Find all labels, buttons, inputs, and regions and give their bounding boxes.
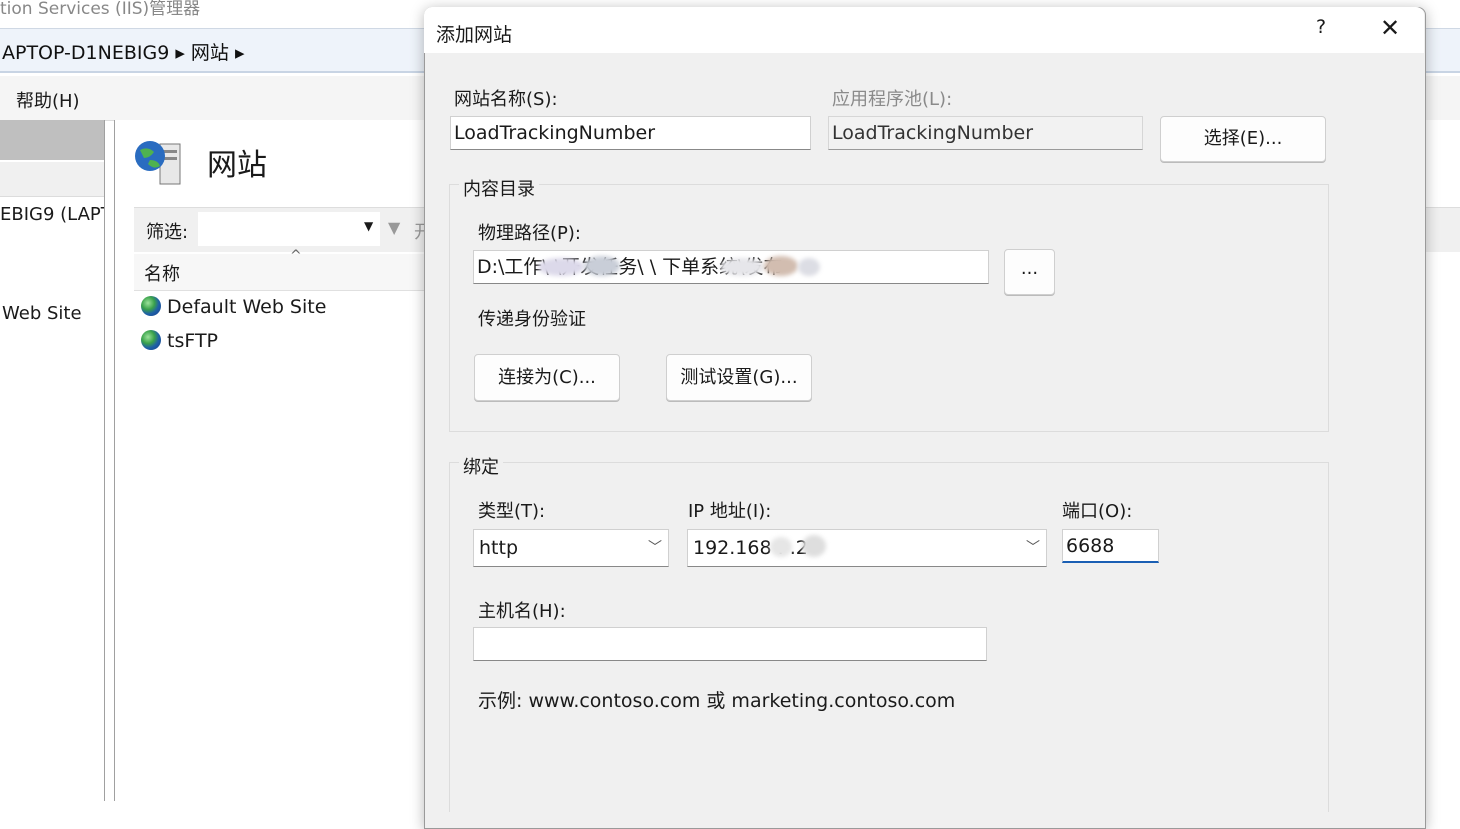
connections-start-row[interactable]: [0, 162, 104, 197]
dialog-title: 添加网站: [436, 24, 513, 46]
list-item-label: tsFTP: [167, 330, 219, 352]
redaction-blur: [770, 537, 792, 557]
redaction-blur: [584, 256, 620, 276]
redaction-blur: [802, 535, 826, 557]
filter-dropdown-icon[interactable]: ▼: [364, 219, 373, 233]
ip-address-label: IP 地址(I):: [688, 501, 772, 522]
page-title: 网站: [207, 148, 267, 183]
redaction-blur: [798, 258, 820, 276]
app-pool-field: LoadTrackingNumber: [828, 116, 1143, 150]
physical-path-label: 物理路径(P):: [478, 223, 581, 244]
window-title: tion Services (IIS)管理器: [0, 0, 201, 19]
dialog-title-bar[interactable]: [424, 7, 1424, 53]
connections-toolbar: [0, 120, 104, 160]
ip-address-select[interactable]: 192.168 . .2 ﹀: [687, 529, 1047, 567]
site-name-label: 网站名称(S):: [454, 89, 558, 110]
help-button[interactable]: ?: [1306, 16, 1336, 44]
app-pool-label: 应用程序池(L):: [832, 89, 953, 110]
port-input[interactable]: 6688: [1062, 529, 1159, 563]
tree-item-site[interactable]: Web Site: [2, 303, 82, 324]
column-header-name[interactable]: 名称: [144, 260, 180, 286]
connect-as-button[interactable]: 连接为(C)...: [474, 354, 620, 401]
chevron-down-icon: ﹀: [1026, 540, 1040, 556]
host-name-example: 示例: www.contoso.com 或 marketing.contoso.…: [478, 690, 956, 712]
redaction-blur: [764, 256, 798, 276]
chevron-down-icon: ﹀: [648, 540, 662, 556]
breadcrumb[interactable]: APTOP-D1NEBIG9 ▸ 网站 ▸: [2, 38, 245, 65]
type-select[interactable]: http ﹀: [473, 529, 669, 567]
port-label: 端口(O):: [1062, 501, 1133, 522]
redaction-blur: [538, 258, 584, 276]
list-item[interactable]: tsFTP: [141, 330, 218, 352]
redaction-blur: [720, 258, 764, 276]
list-item-label: Default Web Site: [167, 296, 327, 318]
sort-ascending-icon: ^: [290, 248, 302, 264]
sites-globe-icon: [135, 141, 181, 185]
test-settings-button[interactable]: 测试设置(G)...: [666, 354, 812, 401]
type-label: 类型(T):: [478, 501, 546, 522]
content-directory-title: 内容目录: [459, 175, 539, 201]
list-item[interactable]: Default Web Site: [141, 296, 326, 318]
globe-icon: [141, 330, 161, 350]
type-select-value: http: [479, 537, 519, 559]
filter-label: 筛选:: [146, 222, 189, 243]
tree-item-server[interactable]: EBIG9 (LAPTOP: [0, 204, 104, 225]
filter-input[interactable]: [198, 212, 380, 246]
select-app-pool-button[interactable]: 选择(E)...: [1160, 116, 1326, 162]
globe-icon: [141, 296, 161, 316]
close-button[interactable]: ✕: [1374, 14, 1406, 46]
host-name-input[interactable]: [473, 627, 987, 661]
browse-button[interactable]: ...: [1004, 249, 1055, 295]
site-name-input[interactable]: LoadTrackingNumber: [450, 116, 811, 150]
pass-through-auth-label: 传递身份验证: [478, 309, 586, 330]
funnel-icon[interactable]: ▼: [388, 218, 400, 237]
menu-item-help[interactable]: 帮助(H): [16, 87, 80, 113]
host-name-label: 主机名(H):: [478, 601, 566, 622]
binding-title: 绑定: [459, 453, 503, 479]
